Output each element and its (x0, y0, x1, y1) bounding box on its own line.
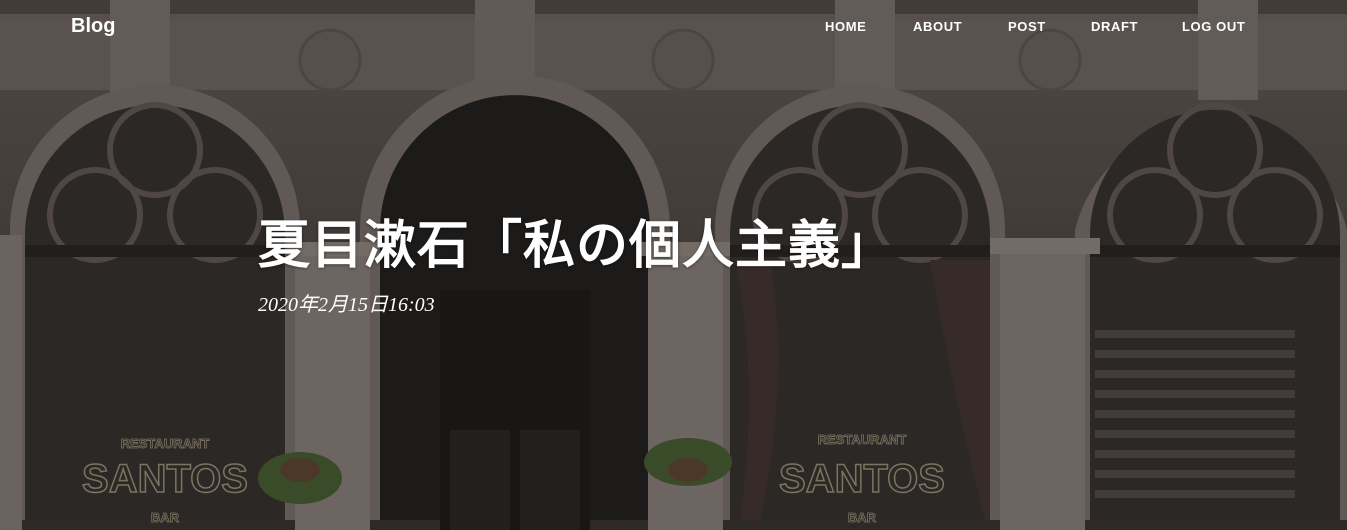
post-meta: 2020年2月15日16:03 (258, 288, 894, 317)
nav-about-link[interactable]: ABOUT (913, 19, 962, 34)
post-heading: 夏目漱石「私の個人主義」 2020年2月15日16:03 (258, 208, 894, 317)
brand-link[interactable]: Blog (71, 15, 115, 38)
nav-home-link[interactable]: HOME (825, 19, 866, 34)
post-date: 2020年2月15日 (258, 294, 388, 316)
nav-draft-link[interactable]: DRAFT (1091, 19, 1138, 34)
top-navbar: Blog HOME ABOUT POST DRAFT LOG OUT (0, 0, 1347, 54)
nav-logout-link[interactable]: LOG OUT (1182, 19, 1245, 34)
post-time: 16:03 (388, 294, 435, 316)
header-hero: RESTAURANT SANTOS BAR RESTAURANT SANTOS … (0, 0, 1347, 530)
post-title: 夏目漱石「私の個人主義」 (258, 216, 895, 276)
nav-post-link[interactable]: POST (1008, 19, 1046, 34)
